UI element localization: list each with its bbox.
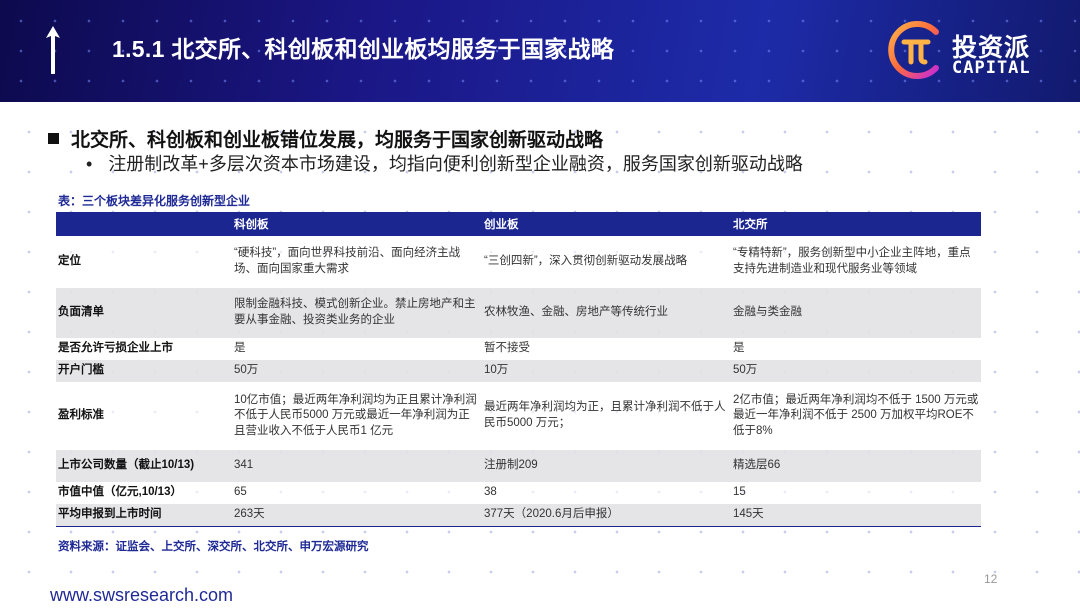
table-cell: 2亿市值；最近两年净利润均不低于 1500 万元或最近一年净利润不低于 2500… [731, 382, 981, 450]
header-cell-bse: 北交所 [731, 212, 981, 236]
sub-bullet-marker: • [86, 154, 93, 174]
sub-bullet: • 注册制改革+多层次资本市场建设，均指向便利创新型企业融资，服务国家创新驱动战略 [86, 150, 803, 176]
header-cell-chinext: 创业板 [482, 212, 731, 236]
table-cell: 50万 [731, 360, 981, 382]
row-label: 开户门槛 [56, 360, 232, 382]
table-cell: 10万 [482, 360, 731, 382]
table-cell: 限制金融科技、模式创新企业。禁止房地产和主要从事金融、投资类业务的企业 [232, 288, 482, 338]
data-source-note: 资料来源：证监会、上交所、深交所、北交所、申万宏源研究 [58, 541, 369, 553]
table-cell: 暂不接受 [482, 338, 731, 360]
row-label: 是否允许亏损企业上市 [56, 338, 232, 360]
table-cell: 341 [232, 450, 482, 482]
table-row: 负面清单 限制金融科技、模式创新企业。禁止房地产和主要从事金融、投资类业务的企业… [56, 288, 981, 338]
brand-logo: 投资派 CAPITAL [884, 16, 1054, 86]
table-cell: 最近两年净利润均为正，且累计净利润不低于人民币5000 万元； [482, 382, 731, 450]
row-label: 市值中值（亿元,10/13） [56, 482, 232, 504]
row-label: 平均申报到上市时间 [56, 504, 232, 527]
table-row: 上市公司数量（截止10/13) 341 注册制209 精选层66 [56, 450, 981, 482]
sub-bullet-text: 注册制改革+多层次资本市场建设，均指向便利创新型企业融资，服务国家创新驱动战略 [108, 154, 803, 174]
table-row: 开户门槛 50万 10万 50万 [56, 360, 981, 382]
table-cell: 金融与类金融 [731, 288, 981, 338]
header-cell-empty [56, 212, 232, 236]
page-title: 1.5.1 北交所、科创板和创业板均服务于国家战略 [112, 36, 615, 62]
table-caption: 表：三个板块差异化服务创新型企业 [58, 194, 251, 208]
table-cell: 10亿市值；最近两年净利润均为正且累计净利润不低于人民币5000 万元或最近一年… [232, 382, 482, 450]
row-label: 定位 [56, 236, 232, 288]
table-cell: 注册制209 [482, 450, 731, 482]
table-row: 市值中值（亿元,10/13） 65 38 15 [56, 482, 981, 504]
row-label: 负面清单 [56, 288, 232, 338]
table-cell: 377天（2020.6月后申报） [482, 504, 731, 527]
main-bullet: 北交所、科创板和创业板错位发展，均服务于国家创新驱动战略 [48, 125, 603, 152]
table-cell: 38 [482, 482, 731, 504]
page-number: 12 [984, 572, 998, 586]
logo-mark-icon [888, 21, 939, 79]
square-bullet-icon [48, 133, 59, 144]
up-arrow-icon [46, 26, 60, 74]
table-cell: 15 [731, 482, 981, 504]
table-cell: 农林牧渔、金融、房地产等传统行业 [482, 288, 731, 338]
header-bar: 1.5.1 北交所、科创板和创业板均服务于国家战略 投资派 CAPITAL [0, 0, 1080, 102]
table-cell: 精选层66 [731, 450, 981, 482]
table-header-row: 科创板 创业板 北交所 [56, 212, 981, 236]
logo-english-text: CAPITAL [952, 58, 1031, 78]
table-row: 平均申报到上市时间 263天 377天（2020.6月后申报） 145天 [56, 504, 981, 527]
table-cell: “硬科技”，面向世界科技前沿、面向经济主战场、面向国家重大需求 [232, 236, 482, 288]
table-cell: 145天 [731, 504, 981, 527]
main-bullet-text: 北交所、科创板和创业板错位发展，均服务于国家创新驱动战略 [71, 130, 604, 151]
table-cell: 50万 [232, 360, 482, 382]
table-row: 定位 “硬科技”，面向世界科技前沿、面向经济主战场、面向国家重大需求 “三创四新… [56, 236, 981, 288]
table-row: 盈利标准 10亿市值；最近两年净利润均为正且累计净利润不低于人民币5000 万元… [56, 382, 981, 450]
table-cell: 是 [232, 338, 482, 360]
header-cell-star-market: 科创板 [232, 212, 482, 236]
row-label: 上市公司数量（截止10/13) [56, 450, 232, 482]
table-cell: 65 [232, 482, 482, 504]
comparison-table: 科创板 创业板 北交所 定位 “硬科技”，面向世界科技前沿、面向经济主战场、面向… [56, 212, 981, 527]
website-url: www.swsresearch.com [50, 585, 234, 605]
table-cell: “专精特新”，服务创新型中小企业主阵地，重点支持先进制造业和现代服务业等领域 [731, 236, 981, 288]
table-cell: 是 [731, 338, 981, 360]
table-row: 是否允许亏损企业上市 是 暂不接受 是 [56, 338, 981, 360]
table-cell: 263天 [232, 504, 482, 527]
table-cell: “三创四新”，深入贯彻创新驱动发展战略 [482, 236, 731, 288]
row-label: 盈利标准 [56, 382, 232, 450]
